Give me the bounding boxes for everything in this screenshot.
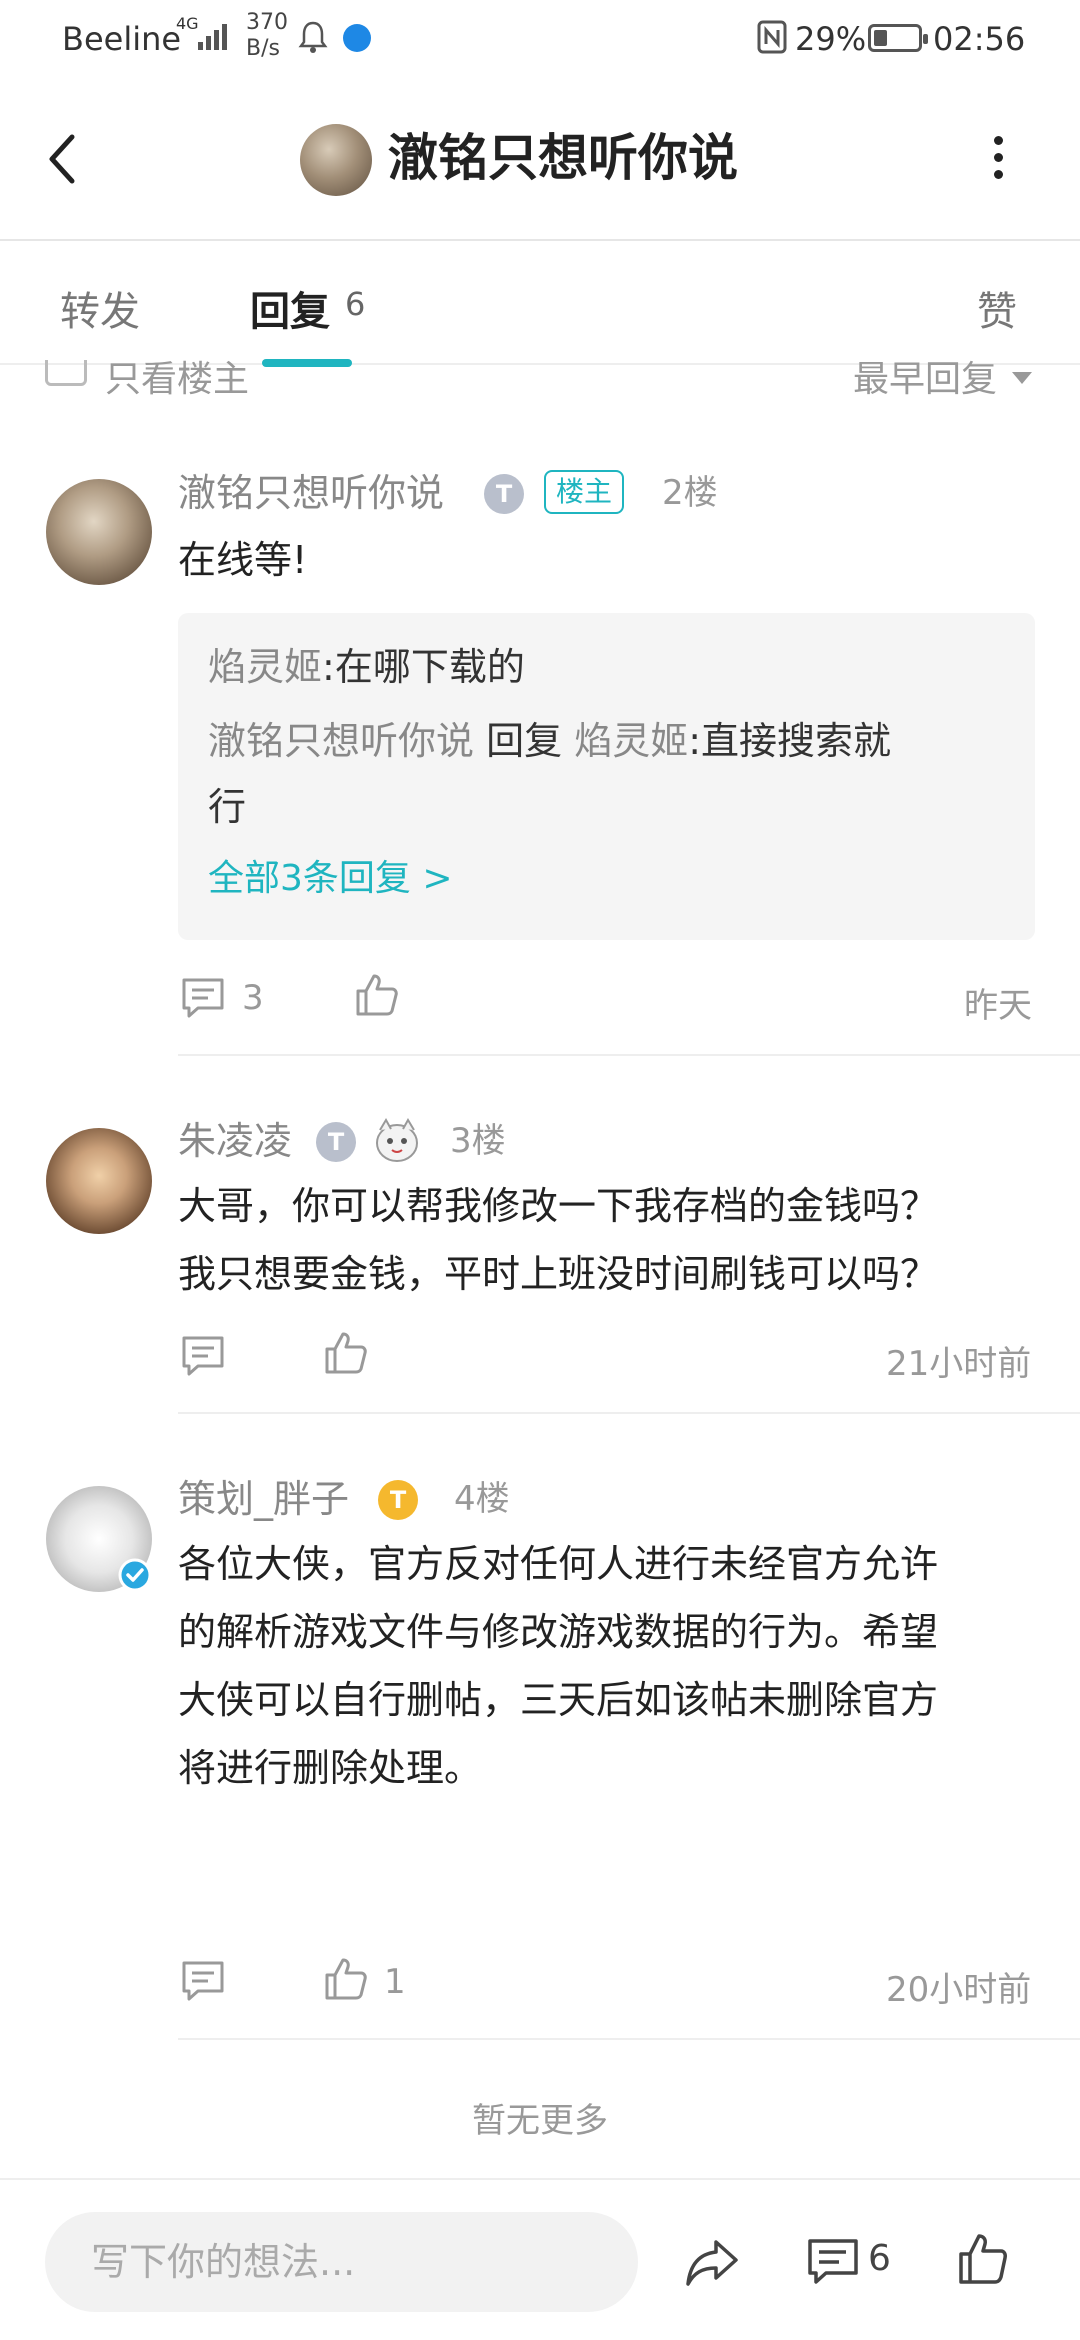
more-options-icon[interactable] — [986, 130, 1010, 190]
comment-icon[interactable] — [180, 1958, 226, 2004]
share-icon[interactable] — [684, 2236, 740, 2288]
post-text: 大哥，你可以帮我修改一下我存档的金钱吗？ 我只想要金钱，平时上班没时间刷钱可以吗？ — [178, 1184, 939, 1296]
sticker-badge-icon — [376, 1118, 418, 1162]
comment-icon[interactable] — [180, 1333, 226, 1379]
verified-icon — [118, 1558, 152, 1592]
quote-line: 澈铭只想听你说 回复 焰灵姬:直接搜索就 — [208, 719, 892, 763]
quote-line-cont: 行 — [208, 785, 247, 829]
owner-tag: 楼主 — [544, 470, 625, 514]
like-icon[interactable] — [323, 1956, 369, 2002]
divider — [178, 2038, 1080, 2040]
divider — [178, 1054, 1080, 1056]
post-text: 在线等! — [178, 538, 308, 582]
signal-icon — [198, 24, 227, 50]
status-bar: Beeline 4G 370 B/s 29% 02:56 — [0, 0, 1080, 76]
comment-icon[interactable] — [806, 2236, 860, 2288]
page-title: 澈铭只想听你说 — [388, 129, 738, 187]
post-time: 21小时前 — [886, 1344, 1032, 1384]
app-notification-icon — [343, 24, 371, 52]
divider — [178, 1412, 1080, 1414]
nfc-icon — [757, 20, 787, 54]
bottom-bar: 写下你的想法... 6 — [0, 2178, 1080, 2340]
network-speed: 370 B/s — [246, 10, 288, 61]
only-owner-checkbox[interactable] — [45, 360, 87, 386]
like-icon[interactable] — [957, 2232, 1009, 2286]
author-avatar[interactable] — [300, 124, 372, 196]
level-badge: T — [378, 1480, 418, 1520]
avatar[interactable] — [46, 479, 152, 585]
no-more-text: 暂无更多 — [472, 2101, 608, 2141]
reply-preview[interactable]: 焰灵姬:在哪下载的 澈铭只想听你说 回复 焰灵姬:直接搜索就 行 全部3条回复 … — [178, 613, 1035, 940]
username[interactable]: 澈铭只想听你说 — [178, 468, 444, 518]
chevron-down-icon[interactable] — [1012, 372, 1032, 384]
battery-percent: 29% — [795, 20, 867, 58]
level-badge: T — [484, 474, 524, 514]
tab-forward[interactable]: 转发 — [60, 279, 140, 337]
floor-number: 2楼 — [662, 473, 718, 513]
only-owner-label[interactable]: 只看楼主 — [105, 360, 249, 398]
comment-icon[interactable] — [180, 975, 226, 1021]
post-text: 各位大侠，官方反对任何人进行未经官方允许 的解析游戏文件与修改游戏数据的行为。希望… — [178, 1542, 939, 1790]
post-time: 昨天 — [964, 986, 1032, 1026]
reply-count: 6 — [345, 285, 366, 323]
avatar[interactable] — [46, 1128, 152, 1234]
tab-like[interactable]: 赞 — [977, 279, 1017, 337]
qq-notification-icon — [298, 21, 328, 53]
floor-number: 4楼 — [454, 1479, 510, 1519]
battery-icon — [868, 24, 928, 52]
back-arrow-icon[interactable] — [42, 131, 82, 187]
clock: 02:56 — [933, 20, 1026, 58]
like-icon[interactable] — [323, 1330, 369, 1376]
level-badge: T — [316, 1122, 356, 1162]
network-type: 4G — [176, 14, 199, 33]
like-icon[interactable] — [354, 972, 400, 1018]
comment-count: 6 — [868, 2238, 891, 2279]
comment-count: 3 — [242, 978, 264, 1018]
tab-bar: 转发 回复 6 赞 — [0, 243, 1080, 367]
username[interactable]: 朱凌凌 — [178, 1116, 292, 1166]
floor-number: 3楼 — [450, 1121, 506, 1161]
comment-input[interactable]: 写下你的想法... — [45, 2212, 638, 2312]
post-time: 20小时前 — [886, 1970, 1032, 2010]
filter-row: 只看楼主 最早回复 — [0, 360, 1080, 398]
sort-dropdown[interactable]: 最早回复 — [853, 360, 997, 398]
quote-line: 焰灵姬:在哪下载的 — [208, 645, 525, 689]
tab-reply[interactable]: 回复 — [250, 279, 330, 337]
like-count: 1 — [384, 1962, 406, 2002]
all-replies-link[interactable]: 全部3条回复 > — [208, 849, 453, 901]
carrier-name: Beeline — [62, 20, 182, 58]
username[interactable]: 策划_胖子 — [178, 1474, 349, 1524]
top-nav: 澈铭只想听你说 — [0, 76, 1080, 241]
